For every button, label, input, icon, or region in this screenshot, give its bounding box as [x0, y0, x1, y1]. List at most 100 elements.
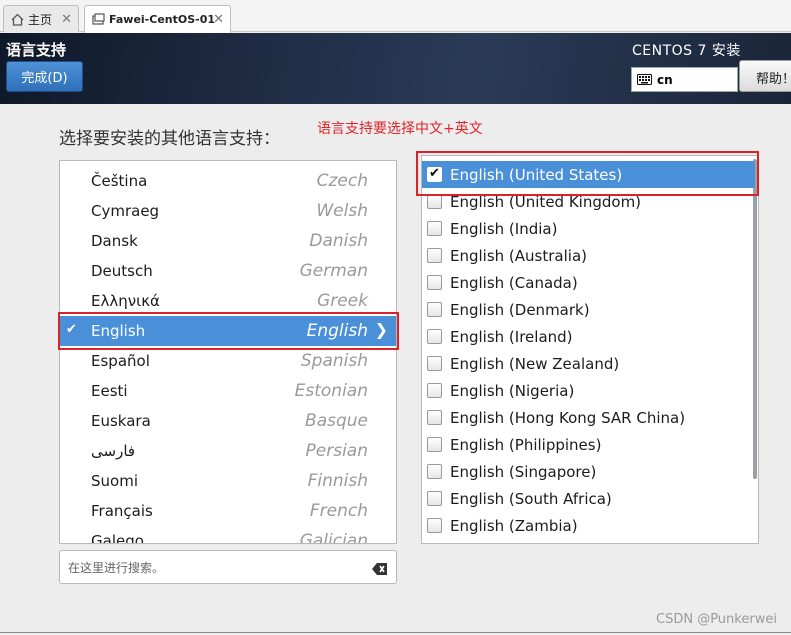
locale-label: English (Denmark) — [450, 301, 590, 319]
locale-label: English (United States) — [450, 166, 623, 184]
locale-checkbox[interactable] — [427, 221, 442, 236]
locale-checkbox[interactable] — [427, 329, 442, 344]
language-native-name: Ελληνικά — [91, 292, 160, 310]
locale-row[interactable]: English (Hong Kong SAR China) — [422, 404, 755, 431]
language-english-name: Basque — [305, 411, 368, 431]
checkmark-icon: ✔ — [66, 322, 77, 337]
language-native-name: Čeština — [91, 172, 148, 190]
language-row[interactable]: ✔ English English ❯ — [60, 316, 396, 346]
page-title: 语言支持 — [6, 41, 67, 59]
locale-label: English (Singapore) — [450, 463, 597, 481]
keyboard-icon — [637, 74, 652, 85]
language-native-name: Español — [91, 352, 150, 370]
locale-label: English (Zambia) — [450, 517, 578, 535]
locale-row[interactable]: English (United Kingdom) — [422, 188, 755, 215]
language-row[interactable]: Galego Galician — [60, 526, 396, 544]
locale-checkbox[interactable] — [427, 518, 442, 533]
locale-checkbox[interactable] — [427, 383, 442, 398]
locale-checkbox[interactable] — [427, 302, 442, 317]
language-native-name: Dansk — [91, 232, 138, 250]
close-icon[interactable]: ✕ — [213, 12, 224, 27]
search-input[interactable] — [68, 558, 358, 578]
locale-row[interactable]: English (Nigeria) — [422, 377, 755, 404]
language-english-name: English — [306, 321, 368, 341]
language-english-name: Estonian — [294, 381, 368, 401]
language-native-name: Galego — [91, 532, 144, 544]
close-icon[interactable]: ✕ — [61, 12, 72, 27]
language-row[interactable]: Français French — [60, 496, 396, 526]
product-title: CENTOS 7 安装 — [632, 43, 741, 59]
installer-header: 语言支持 完成(D) CENTOS 7 安装 cn 帮助！ — [0, 33, 791, 104]
locale-label: English (Hong Kong SAR China) — [450, 409, 686, 427]
locale-checkbox[interactable] — [427, 356, 442, 371]
help-button[interactable]: 帮助！ — [739, 60, 791, 92]
locale-row[interactable]: English (Ireland) — [422, 323, 755, 350]
locale-row[interactable]: English (New Zealand) — [422, 350, 755, 377]
keyboard-layout-indicator[interactable]: cn — [631, 67, 738, 92]
language-row[interactable]: Eesti Estonian — [60, 376, 396, 406]
tab-home[interactable]: 主页 ✕ — [3, 5, 79, 32]
tab-vm[interactable]: Fawei-CentOS-01 ✕ — [84, 5, 231, 33]
vm-icon — [91, 13, 105, 27]
locale-row[interactable]: English (Singapore) — [422, 458, 755, 485]
locale-label: English (South Africa) — [450, 490, 612, 508]
locale-checkbox[interactable] — [427, 410, 442, 425]
language-row[interactable]: Euskara Basque — [60, 406, 396, 436]
language-native-name: Euskara — [91, 412, 151, 430]
language-english-name: Galician — [299, 531, 368, 544]
locale-checkbox[interactable] — [427, 437, 442, 452]
locale-row[interactable]: English (India) — [422, 215, 755, 242]
locale-label: English (Canada) — [450, 274, 578, 292]
locale-checkbox[interactable] — [427, 166, 442, 182]
locale-row[interactable]: English (Denmark) — [422, 296, 755, 323]
locale-label: English (Australia) — [450, 247, 587, 265]
locale-checkbox[interactable] — [427, 248, 442, 263]
done-button[interactable]: 完成(D) — [6, 61, 83, 92]
language-native-name: فارسی — [91, 442, 136, 460]
language-row[interactable]: فارسی Persian — [60, 436, 396, 466]
language-native-name: English — [91, 322, 146, 340]
language-english-name: Danish — [309, 231, 368, 251]
locale-label: English (Ireland) — [450, 328, 573, 346]
language-native-name: Deutsch — [91, 262, 153, 280]
clear-search-icon[interactable] — [372, 560, 388, 579]
locale-checkbox[interactable] — [427, 275, 442, 290]
language-english-name: Persian — [305, 441, 368, 461]
chevron-right-icon: ❯ — [374, 320, 388, 339]
locale-row[interactable]: English (Zambia) — [422, 512, 755, 539]
watermark: CSDN @Punkerwei — [656, 612, 777, 627]
locale-label: English (New Zealand) — [450, 355, 620, 373]
locale-checkbox[interactable] — [427, 464, 442, 479]
locale-label: English (Nigeria) — [450, 382, 575, 400]
language-row[interactable]: Suomi Finnish — [60, 466, 396, 496]
language-english-name: German — [299, 261, 368, 281]
language-english-name: French — [309, 501, 368, 521]
language-row[interactable]: Español Spanish — [60, 346, 396, 376]
language-english-name: Czech — [316, 171, 368, 191]
language-row[interactable]: Cymraeg Welsh — [60, 196, 396, 226]
home-icon — [10, 12, 24, 26]
language-list[interactable]: Čeština Czech Cymraeg Welsh Dansk Danish Deuts… — [59, 160, 397, 544]
locale-checkbox[interactable] — [427, 491, 442, 506]
language-native-name: Cymraeg — [91, 202, 160, 220]
locale-checkbox[interactable] — [427, 194, 442, 209]
locale-row[interactable]: English (South Africa) — [422, 485, 755, 512]
locale-list[interactable]: English (United States) English (United K… — [421, 155, 759, 544]
tab-strip: 主页 ✕ Fawei-CentOS-01 ✕ — [0, 0, 791, 33]
locale-row[interactable]: English (Australia) — [422, 242, 755, 269]
locale-label: English (Philippines) — [450, 436, 602, 454]
language-row[interactable]: Deutsch German — [60, 256, 396, 286]
annotation-note: 语言支持要选择中文+英文 — [317, 121, 483, 137]
language-native-name: Français — [91, 502, 153, 520]
language-native-name: Eesti — [91, 382, 128, 400]
keyboard-layout-label: cn — [657, 72, 673, 87]
locale-label: English (India) — [450, 220, 558, 238]
locale-row[interactable]: English (Philippines) — [422, 431, 755, 458]
locale-row[interactable]: English (Canada) — [422, 269, 755, 296]
language-row[interactable]: Dansk Danish — [60, 226, 396, 256]
language-row[interactable]: Ελληνικά Greek — [60, 286, 396, 316]
divider — [0, 632, 791, 633]
locale-label: English (United Kingdom) — [450, 193, 642, 211]
locale-row[interactable]: English (United States) — [422, 161, 755, 188]
language-row[interactable]: Čeština Czech — [60, 166, 396, 196]
